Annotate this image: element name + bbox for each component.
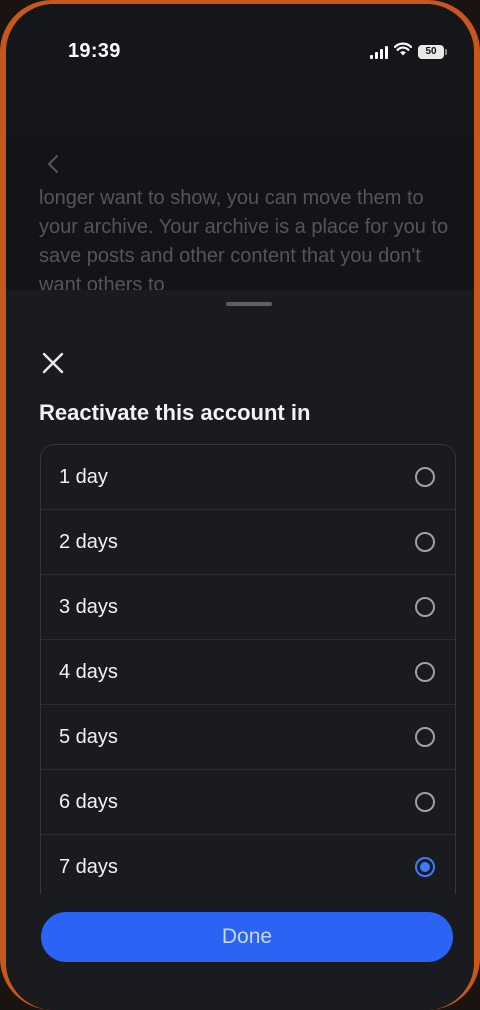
option-7-days[interactable]: 7 days [41, 835, 455, 900]
status-icons: 50 [370, 42, 447, 61]
option-5-days[interactable]: 5 days [41, 705, 455, 770]
option-3-days[interactable]: 3 days [41, 575, 455, 640]
sheet-title: Reactivate this account in [39, 400, 311, 425]
sheet-footer: Done [6, 894, 474, 1010]
option-label: 1 day [59, 465, 108, 488]
option-label: 4 days [59, 660, 118, 683]
status-bar: 19:39 50 [6, 34, 474, 68]
wifi-icon [393, 42, 413, 61]
option-label: 7 days [59, 855, 118, 878]
option-label: 2 days [59, 530, 118, 553]
option-label: 5 days [59, 725, 118, 748]
options-list: 1 day 2 days 3 days 4 days 5 days 6 days… [40, 444, 456, 905]
radio-button[interactable] [415, 662, 435, 682]
cellular-signal-icon [370, 45, 388, 59]
radio-button[interactable] [415, 727, 435, 747]
option-1-day[interactable]: 1 day [41, 445, 455, 510]
close-icon [42, 352, 64, 374]
phone-frame: 19:39 50 longer want to show, you can mo… [0, 0, 480, 1010]
option-label: 3 days [59, 595, 118, 618]
done-button[interactable]: Done [41, 912, 453, 962]
radio-button[interactable] [415, 792, 435, 812]
radio-button[interactable] [415, 597, 435, 617]
phone-bezel: 19:39 50 longer want to show, you can mo… [6, 4, 474, 1010]
option-6-days[interactable]: 6 days [41, 770, 455, 835]
bottom-sheet: Reactivate this account in 1 day 2 days … [6, 290, 474, 1010]
option-4-days[interactable]: 4 days [41, 640, 455, 705]
background-page: longer want to show, you can move them t… [6, 134, 474, 304]
battery-icon: 50 [418, 44, 447, 59]
radio-button[interactable] [415, 467, 435, 487]
close-button[interactable] [38, 348, 68, 378]
option-label: 6 days [59, 790, 118, 813]
radio-button[interactable] [415, 532, 435, 552]
option-2-days[interactable]: 2 days [41, 510, 455, 575]
background-overlay [6, 134, 474, 304]
status-time: 19:39 [68, 40, 121, 62]
sheet-drag-handle[interactable] [226, 302, 272, 306]
screen: 19:39 50 longer want to show, you can mo… [6, 4, 474, 1010]
radio-button-selected[interactable] [415, 857, 435, 877]
